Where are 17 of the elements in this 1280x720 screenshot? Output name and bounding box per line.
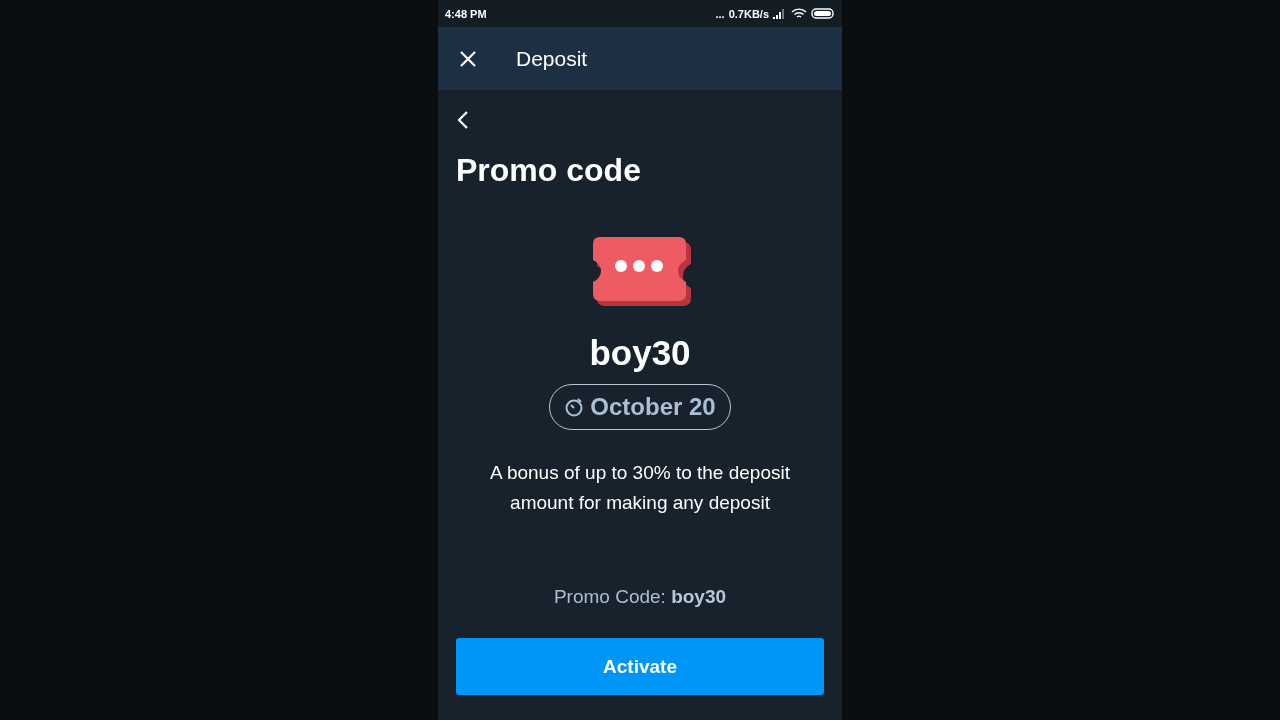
- promo-code: boy30: [589, 332, 691, 374]
- timer-icon: [564, 397, 585, 417]
- bonus-description: A bonus of up to 30% to the deposit amount for making any deposit: [489, 461, 791, 515]
- wifi-icon: [791, 8, 807, 19]
- battery-icon: [811, 8, 835, 19]
- header-title: Deposit: [516, 46, 588, 71]
- promo-code-line: Promo Code: boy30: [553, 586, 727, 608]
- close-icon: [458, 48, 478, 69]
- expiry-date: October 20: [590, 393, 716, 421]
- page-title: Promo code: [456, 151, 642, 190]
- back-icon: [456, 110, 470, 130]
- close-button[interactable]: [458, 48, 478, 69]
- activate-button[interactable]: Activate: [456, 638, 824, 695]
- clock-time: 4:48 PM: [445, 7, 487, 20]
- more-dots: ...: [715, 7, 725, 20]
- signal-icon: [773, 8, 787, 19]
- network-speed: 0.7KB/s: [728, 7, 769, 20]
